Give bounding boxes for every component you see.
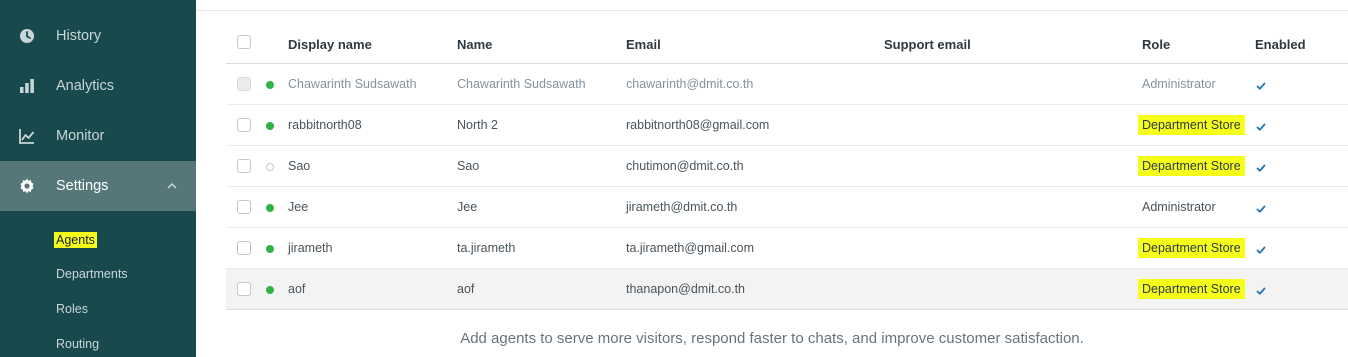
enabled-check-icon [1255,120,1267,132]
cell-role: Administrator [1142,77,1216,91]
cell-name: aof [457,282,475,296]
row-checkbox[interactable] [237,241,251,255]
cell-display-name: Chawarinth Sudsawath [288,77,417,91]
sidebar-item-label: Analytics [56,78,115,94]
cell-role: Department Store [1139,157,1244,175]
sidebar-item-label: Monitor [56,128,105,144]
cell-email: jirameth@dmit.co.th [626,200,738,214]
enabled-check-icon [1255,243,1267,255]
enabled-check-icon [1255,161,1267,173]
status-online-icon [266,204,274,212]
role-label: Department Store [1139,116,1244,134]
cell-role: Department Store [1139,280,1244,298]
status-online-icon [266,245,274,253]
sidebar-item-label: Settings [56,178,109,194]
cell-email: chutimon@dmit.co.th [626,159,744,173]
row-checkbox[interactable] [237,282,251,296]
table-body: Chawarinth Sudsawath Chawarinth Sudsawath… [226,64,1348,310]
sidebar-subitem-routing[interactable]: Routing [56,337,99,351]
cell-email: chawarinth@dmit.co.th [626,77,754,91]
cell-display-name: Sao [288,159,311,173]
enabled-check-icon [1255,79,1267,91]
table-row[interactable]: Chawarinth Sudsawath Chawarinth Sudsawath… [226,64,1348,105]
header-name[interactable]: Name [457,37,492,52]
enabled-check-icon [1255,202,1267,214]
cell-name: ta.jirameth [457,241,516,255]
header-role[interactable]: Role [1142,37,1170,52]
status-online-icon [266,286,274,294]
status-offline-icon [266,163,274,171]
bar-chart-icon [18,77,36,95]
header-display-name[interactable]: Display name [288,37,372,52]
status-online-icon [266,122,274,130]
cell-role: Administrator [1142,200,1216,214]
sidebar-item-analytics[interactable]: Analytics [0,61,196,111]
role-label: Department Store [1139,280,1244,298]
cell-name: North 2 [457,118,498,132]
row-checkbox[interactable] [237,200,251,214]
sidebar-item-history[interactable]: History [0,11,196,61]
cell-name: Jee [457,200,478,214]
sidebar-subitem-agents[interactable]: Agents [54,232,97,248]
role-label: Administrator [1142,77,1216,91]
row-checkbox [237,77,251,91]
row-checkbox[interactable] [237,118,251,132]
cell-display-name: jirameth [288,241,333,255]
footer-message: Add agents to serve more visitors, respo… [460,330,1084,347]
sidebar-subitem-departments[interactable]: Departments [56,267,128,281]
cell-email: thanapon@dmit.co.th [626,282,746,296]
sidebar-item-monitor[interactable]: Monitor [0,111,196,161]
select-all-checkbox[interactable] [237,35,251,49]
clock-icon [18,27,36,45]
status-online-icon [266,81,274,89]
table-row[interactable]: Sao Sao chutimon@dmit.co.th Department Stor… [226,146,1348,187]
table-row[interactable]: rabbitnorth08 North 2 rabbitnorth08@gmail.… [226,105,1348,146]
main-content: Display name Name Email Support email Ro… [196,0,1348,357]
row-checkbox[interactable] [237,159,251,173]
table-row[interactable]: Jee Jee jirameth@dmit.co.th Administrator [226,187,1348,228]
sidebar-item-settings[interactable]: Settings [0,161,196,211]
sidebar-item-label: History [56,28,102,44]
cell-display-name: Jee [288,200,309,214]
sidebar-subitem-roles[interactable]: Roles [56,302,88,316]
cell-display-name: rabbitnorth08 [288,118,362,132]
cell-role: Department Store [1139,116,1244,134]
header-support-email[interactable]: Support email [884,37,971,52]
role-label: Department Store [1139,239,1244,257]
table-header: Display name Name Email Support email Ro… [226,23,1348,64]
header-email[interactable]: Email [626,37,661,52]
header-enabled[interactable]: Enabled [1255,37,1306,52]
role-label: Administrator [1142,200,1216,214]
agents-table: Display name Name Email Support email Ro… [226,23,1348,310]
cell-name: Chawarinth Sudsawath [457,77,586,91]
role-label: Department Store [1139,157,1244,175]
cell-role: Department Store [1139,239,1244,257]
toolbar [196,0,1348,11]
line-chart-icon [18,127,36,145]
chevron-up-icon [166,180,178,192]
cell-display-name: aof [288,282,306,296]
gear-icon [18,177,36,195]
enabled-check-icon [1255,284,1267,296]
cell-email: rabbitnorth08@gmail.com [626,118,770,132]
table-row[interactable]: jirameth ta.jirameth ta.jirameth@gmail.com… [226,228,1348,269]
table-row[interactable]: aof aof thanapon@dmit.co.th Department Stor… [226,269,1348,310]
sidebar: History Analytics Monitor Settings Agent… [0,0,196,357]
cell-email: ta.jirameth@gmail.com [626,241,755,255]
cell-name: Sao [457,159,480,173]
